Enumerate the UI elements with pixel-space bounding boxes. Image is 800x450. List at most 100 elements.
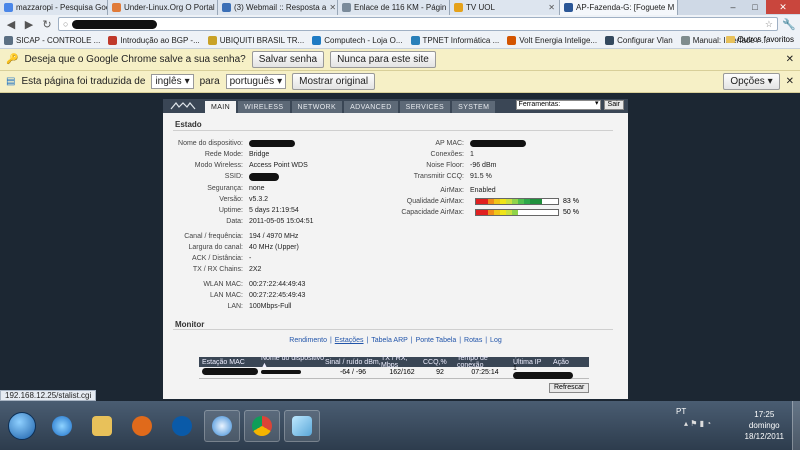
link-stations[interactable]: Estações	[335, 337, 364, 344]
link-bridge-table[interactable]: Ponte Tabela	[416, 337, 457, 344]
browser-tab[interactable]: mazzaropi - Pesquisa Goog✕	[0, 0, 108, 15]
bookmark-star-icon[interactable]: ☆	[765, 19, 773, 30]
tab-advanced[interactable]: ADVANCED	[344, 101, 398, 113]
divider	[173, 329, 613, 330]
tab-network[interactable]: NETWORK	[291, 101, 343, 113]
translate-infobar: ▤ Esta página foi traduzida de inglês ▾ p…	[0, 71, 800, 93]
tab-main[interactable]: MAIN	[205, 101, 237, 113]
translate-icon: ▤	[6, 76, 16, 87]
maximize-button[interactable]: □	[744, 0, 766, 14]
redacted-value	[470, 140, 526, 147]
link-arp-table[interactable]: Tabela ARP	[371, 337, 408, 344]
close-window-button[interactable]: ✕	[766, 0, 800, 14]
airmax-quality-bar	[475, 198, 559, 205]
taskbar-window[interactable]	[284, 409, 320, 442]
status-row: Rede Mode: Bridge	[204, 151, 270, 158]
forward-button[interactable]: ▶	[22, 17, 36, 31]
status-row: Transmitir CCQ: 91.5 %	[413, 173, 492, 180]
link-routes[interactable]: Rotas	[464, 337, 482, 344]
redacted-value	[202, 368, 258, 375]
bookmark-item[interactable]: Configurar Vlan	[605, 36, 673, 45]
show-original-button[interactable]: Mostrar original	[292, 73, 376, 90]
bookmark-item[interactable]: TPNET Informática ...	[410, 36, 499, 45]
tools-area: Ferramentas: Sair	[515, 100, 624, 110]
status-row: Noise Floor: -96 dBm	[426, 162, 497, 169]
start-button[interactable]	[8, 411, 36, 440]
redacted-url	[72, 19, 158, 29]
wrench-menu-icon[interactable]: 🔧	[782, 17, 796, 31]
status-row: Data: 2011-05-05 15:04:51	[226, 218, 314, 225]
other-bookmarks[interactable]: Outros favoritos	[725, 35, 794, 44]
close-tab-icon[interactable]: ✕	[329, 3, 336, 12]
status-row: SSID:	[163, 173, 279, 181]
tab-system[interactable]: SYSTEM	[452, 101, 496, 113]
status-row: ACK / Distância: -	[192, 255, 252, 262]
browser-tab[interactable]: TV UOL ✕	[450, 0, 560, 15]
clock[interactable]: 17:25 domingo 18/12/2011	[745, 409, 784, 442]
bookmark-favicon	[410, 36, 420, 45]
refresh-button[interactable]: Refrescar	[549, 383, 590, 393]
source-language-select[interactable]: inglês ▾	[151, 74, 194, 89]
key-icon: 🔑	[6, 54, 19, 65]
bookmark-item[interactable]: Volt Energia Intelige...	[507, 36, 597, 45]
reload-button[interactable]: ↻	[40, 17, 54, 31]
tab-favicon	[454, 3, 463, 12]
close-infobar-icon[interactable]: ✕	[786, 76, 794, 87]
close-infobar-icon[interactable]: ✕	[786, 54, 794, 65]
browser-tab[interactable]: Under-Linux.Org O Portal d✕	[108, 0, 218, 15]
tools-select[interactable]: Ferramentas:	[515, 100, 601, 110]
bookmark-item[interactable]: UBIQUITI BRASIL TR...	[207, 36, 304, 45]
table-row[interactable]: -64 / -96 162/162 92 07:25:14 1	[199, 365, 589, 379]
redacted-value	[261, 370, 301, 374]
taskbar-hp[interactable]	[164, 410, 200, 442]
ubiquiti-logo-icon	[163, 99, 203, 113]
show-desktop-button[interactable]	[792, 401, 800, 450]
target-language-select[interactable]: português ▾	[225, 74, 287, 89]
monitor-links: Rendimento | Estações | Tabela ARP | Pon…	[289, 337, 502, 344]
status-row: AirMax: Enabled	[440, 187, 496, 194]
redacted-value	[513, 371, 573, 379]
link-throughput[interactable]: Rendimento	[289, 337, 327, 344]
stations-table: Estação MAC Nome do dispositivo ▲ Sinal …	[199, 355, 589, 379]
bar-segment	[548, 199, 554, 204]
taskbar-app[interactable]	[204, 409, 240, 442]
bookmark-favicon	[507, 36, 517, 45]
close-tab-icon[interactable]: ✕	[677, 3, 678, 12]
language-indicator[interactable]: PT	[676, 407, 686, 416]
translate-options-button[interactable]: Opções ▾	[723, 73, 780, 90]
tray-icons[interactable]: ▴ ⚑ ▮ ◔	[684, 419, 711, 428]
save-password-button[interactable]: Salvar senha	[251, 51, 325, 68]
browser-tab[interactable]: Enlace de 116 KM - Págin✕	[338, 0, 450, 15]
minimize-button[interactable]: –	[722, 0, 744, 14]
taskbar-ie[interactable]	[44, 410, 80, 442]
browser-tab-active[interactable]: AP-Fazenda-G: [Foguete M✕	[560, 0, 678, 15]
bookmark-item[interactable]: Computech - Loja O...	[312, 36, 403, 45]
taskbar-media[interactable]	[124, 410, 160, 442]
folder-icon	[725, 36, 735, 43]
bookmark-item[interactable]: SICAP - CONTROLE ...	[4, 36, 100, 45]
hp-icon	[172, 415, 192, 436]
back-button[interactable]: ◀	[4, 17, 18, 31]
tab-wireless[interactable]: WIRELESS	[238, 101, 290, 113]
browser-tab[interactable]: (3) Webmail :: Resposta a ✕	[218, 0, 338, 15]
close-tab-icon[interactable]: ✕	[548, 3, 555, 12]
bar-segment	[548, 210, 554, 215]
tab-favicon	[342, 3, 351, 12]
tab-services[interactable]: SERVICES	[399, 101, 451, 113]
address-bar[interactable]: ○ ☆	[58, 17, 778, 31]
tab-favicon	[222, 3, 231, 12]
chevron-down-icon: ▾	[184, 76, 190, 87]
airos-panel: MAIN WIRELESS NETWORK ADVANCED SERVICES …	[163, 99, 628, 399]
airmax-capacity-row: Capacidade AirMax:	[401, 209, 464, 216]
media-player-icon	[132, 415, 152, 436]
never-save-button[interactable]: Nunca para este site	[330, 51, 436, 68]
status-row: LAN: 100Mbps-Full	[227, 303, 292, 310]
status-row: Largura do canal: 40 MHz (Upper)	[188, 244, 299, 251]
taskbar-explorer[interactable]	[84, 410, 120, 442]
status-row: Modo Wireless: Access Point WDS	[194, 162, 308, 169]
logout-button[interactable]: Sair	[603, 100, 624, 110]
link-log[interactable]: Log	[490, 337, 502, 344]
bookmark-item[interactable]: Introdução ao BGP -...	[108, 36, 200, 45]
app-icon	[212, 415, 232, 436]
taskbar-chrome[interactable]	[244, 409, 280, 442]
